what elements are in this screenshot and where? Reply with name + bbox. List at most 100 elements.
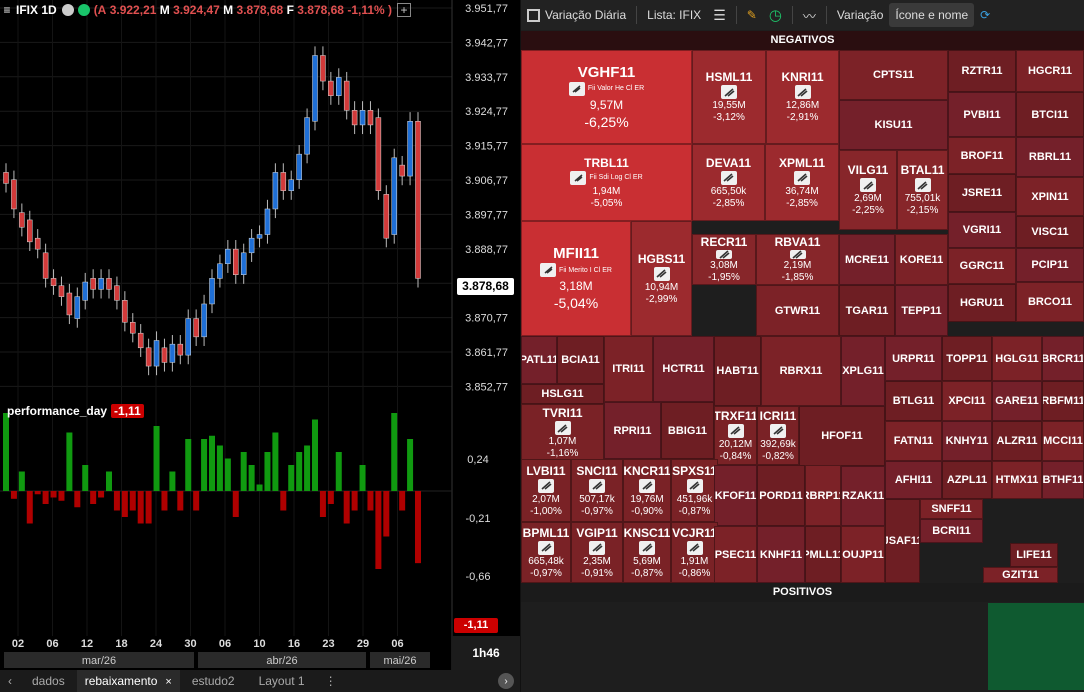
tile-brcr11[interactable]: BRCR11: [1042, 336, 1084, 381]
tile-pcip11[interactable]: PCIP11: [1016, 248, 1084, 282]
tile-rzak11[interactable]: RZAK11: [841, 466, 885, 526]
tile-vgri11[interactable]: VGRI11: [948, 212, 1016, 248]
tile-knsc11[interactable]: KNSC11 5,69M -0,87%: [623, 522, 671, 583]
tile-rbrx11[interactable]: RBRX11: [761, 336, 841, 406]
refresh-icon[interactable]: ⟳: [974, 3, 996, 27]
tile-xplg11[interactable]: XPLG11: [841, 336, 885, 406]
add-tab-icon[interactable]: ›: [498, 673, 514, 689]
tile-kisu11[interactable]: KISU11: [839, 100, 948, 150]
tile-hsml11[interactable]: HSML11 19,55M -3,12%: [692, 50, 766, 144]
tile-btci11[interactable]: BTCI11: [1016, 92, 1084, 137]
tile-visc11[interactable]: VISC11: [1016, 216, 1084, 248]
tile-btlg11[interactable]: BTLG11: [885, 381, 942, 421]
add-indicator-icon[interactable]: +: [397, 3, 412, 17]
tile-jsre11[interactable]: JSRE11: [948, 174, 1016, 212]
tile-patl11[interactable]: PATL11: [521, 336, 557, 384]
tile-pvbi11[interactable]: PVBI11: [948, 92, 1016, 137]
tile-bcia11[interactable]: BCIA11: [557, 336, 604, 384]
tile-urpr11[interactable]: URPR11: [885, 336, 942, 381]
tile-xpml11[interactable]: XPML11 36,74M -2,85%: [765, 144, 839, 221]
tile-deva11[interactable]: DEVA11 665,50k -2,85%: [692, 144, 765, 221]
tab-rebaixamento[interactable]: rebaixamento ×: [76, 670, 180, 692]
tile-icri11[interactable]: ICRI11 392,69k -0,82%: [757, 406, 799, 465]
tile-mcci11[interactable]: MCCI11: [1042, 421, 1084, 461]
tile-mcre11[interactable]: MCRE11: [839, 234, 895, 285]
tile-vcjr11[interactable]: VCJR11 1,91M -0,86%: [671, 522, 718, 583]
tile-rbfm11[interactable]: RBFM11: [1042, 381, 1084, 421]
menu-icon[interactable]: ≡: [0, 3, 14, 17]
tile-vgip11[interactable]: VGIP11 2,35M -0,91%: [571, 522, 623, 583]
tile-ggrc11[interactable]: GGRC11: [948, 248, 1016, 284]
settings-icon[interactable]: [61, 4, 74, 16]
tile-spxs11[interactable]: SPXS11 451,96k -0,87%: [671, 459, 718, 522]
tile-tvri11[interactable]: TVRI11 1,07M -1,16%: [521, 404, 604, 462]
tile-htmx11[interactable]: HTMX11: [992, 461, 1042, 499]
tile-knri11[interactable]: KNRI11 12,86M -2,91%: [766, 50, 839, 144]
tile-brof11[interactable]: BROF11: [948, 137, 1016, 174]
tile-azpl11[interactable]: AZPL11: [942, 461, 992, 499]
tile-topp11[interactable]: TOPP11: [942, 336, 992, 381]
tile-knhf11[interactable]: KNHF11: [757, 526, 805, 583]
tile-bpml11[interactable]: BPML11 665,48k -0,97%: [521, 522, 571, 583]
indicator-name[interactable]: performance_day: [7, 404, 107, 418]
tile-gtwr11[interactable]: GTWR11: [756, 285, 839, 336]
tile-xpci11[interactable]: XPCI11: [942, 381, 992, 421]
tile-trbl11[interactable]: TRBL11 Fii Sdi Log Cl ER 1,94M -5,05%: [521, 144, 692, 221]
tile-hctr11[interactable]: HCTR11: [653, 336, 714, 402]
tile-btal11[interactable]: BTAL11 755,01k -2,15%: [897, 150, 948, 230]
symbol-label[interactable]: IFIX 1D: [16, 3, 57, 17]
chart-canvas[interactable]: 3.951,77 3.942,77 3.933,77 3.924,77 3.915,77…: [0, 0, 520, 692]
tab-layout-1[interactable]: Layout 1: [247, 670, 317, 692]
tile-alzr11[interactable]: ALZR11: [992, 421, 1042, 461]
tile-rztr11[interactable]: RZTR11: [948, 50, 1016, 92]
tile-vghf11[interactable]: VGHF11 Fii Valor He Cl ER 9,57M -6,25%: [521, 50, 692, 144]
tile-bthf11[interactable]: BTHF11: [1042, 461, 1084, 499]
tile-xpin11[interactable]: XPIN11: [1016, 177, 1084, 216]
tile-rbrp11[interactable]: RBRP11: [805, 465, 841, 526]
tile-kncr11[interactable]: KNCR11 19,76M -0,90%: [623, 459, 671, 522]
interval-label[interactable]: 1h46: [452, 636, 520, 670]
tile-hfof11[interactable]: HFOF11: [799, 406, 885, 466]
tile-vilg11[interactable]: VILG11 2,69M -2,25%: [839, 150, 897, 230]
tab-dados[interactable]: dados: [20, 670, 77, 692]
tile-psec11[interactable]: PSEC11: [714, 526, 757, 583]
tile-pord11[interactable]: PORD11: [757, 465, 805, 526]
display-mode-button[interactable]: Ícone e nome: [889, 3, 975, 27]
tile-bcri11[interactable]: BCRI11: [920, 519, 983, 543]
tile-itri11[interactable]: ITRI11: [604, 336, 653, 402]
tile-bbig11[interactable]: BBIG11: [661, 402, 714, 459]
tile-snci11[interactable]: SNCI11 507,17k -0,97%: [571, 459, 623, 522]
tile-lvbi11[interactable]: LVBI11 2,07M -1,00%: [521, 459, 571, 522]
tabs-more-icon[interactable]: ⋮: [317, 670, 345, 692]
tile-gare11[interactable]: GARE11: [992, 381, 1042, 421]
tile-hgru11[interactable]: HGRU11: [948, 284, 1016, 322]
tile-rbva11[interactable]: RBVA11 2,19M -1,85%: [756, 234, 839, 285]
tab-estudo2[interactable]: estudo2: [180, 670, 247, 692]
tile-jsaf11[interactable]: JSAF11: [885, 499, 920, 583]
tile-habt11[interactable]: HABT11: [714, 336, 761, 406]
tile-hgcr11[interactable]: HGCR11: [1016, 50, 1084, 92]
tile-knhy11[interactable]: KNHY11: [942, 421, 992, 461]
line-chart-icon[interactable]: 〰: [797, 3, 822, 27]
tile-recr11[interactable]: RECR11 3,08M -1,95%: [692, 234, 756, 285]
variation-mode-button[interactable]: Variação: [831, 3, 889, 27]
variation-selector[interactable]: Variação Diária: [521, 3, 632, 27]
tile-life11[interactable]: LIFE11: [1010, 543, 1058, 567]
tile-hglg11[interactable]: HGLG11: [992, 336, 1042, 381]
tile-cpts11[interactable]: CPTS11: [839, 50, 948, 100]
tile-fatn11[interactable]: FATN11: [885, 421, 942, 461]
color-brush-icon[interactable]: ✎: [741, 3, 763, 27]
tile-kfof11[interactable]: KFOF11: [714, 465, 757, 526]
clock-icon[interactable]: ◷: [763, 3, 788, 27]
tile-snff11[interactable]: SNFF11: [920, 499, 983, 519]
tile-rbrl11[interactable]: RBRL11: [1016, 137, 1084, 177]
tile-rpri11[interactable]: RPRI11: [604, 402, 661, 459]
tile-brco11[interactable]: BRCO11: [1016, 282, 1084, 322]
tile-oujp11[interactable]: OUJP11: [841, 526, 885, 583]
tabs-prev-icon[interactable]: ‹: [0, 670, 20, 692]
tab-close-icon[interactable]: ×: [165, 676, 171, 688]
tile-pmll11[interactable]: PMLL11: [805, 526, 841, 583]
list-selector[interactable]: Lista: IFIX: [641, 3, 707, 27]
tile-tepp11[interactable]: TEPP11: [895, 285, 948, 336]
tile-mfii11[interactable]: MFII11 Fii Merito I Cl ER 3,18M -5,04%: [521, 221, 631, 336]
